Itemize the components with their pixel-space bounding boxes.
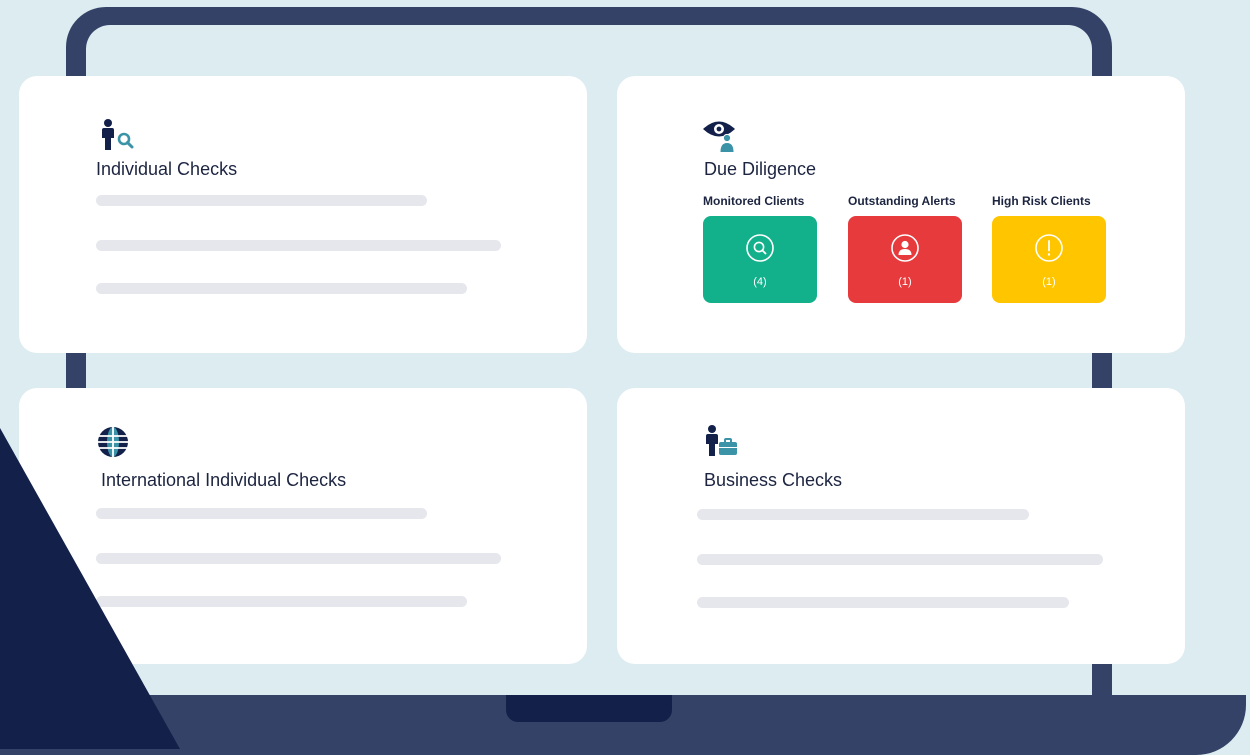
card-title: Business Checks xyxy=(704,470,843,490)
tile-count: (1) xyxy=(1042,276,1056,288)
skeleton-line xyxy=(96,553,501,564)
skeleton-line xyxy=(697,554,1103,565)
business-checks-card[interactable]: Business Checks xyxy=(617,388,1185,664)
skeleton-line xyxy=(96,508,427,519)
card-title: Individual Checks xyxy=(96,159,238,179)
user-icon xyxy=(891,234,919,262)
laptop-notch xyxy=(506,695,672,722)
tile-label-outstanding-alerts: Outstanding Alerts xyxy=(848,194,956,208)
exclamation-icon xyxy=(1035,234,1063,262)
tile-label-high-risk-clients: High Risk Clients xyxy=(992,194,1091,208)
skeleton-line xyxy=(96,240,501,251)
card-title: International Individual Checks xyxy=(101,470,347,490)
tile-label-monitored-clients: Monitored Clients xyxy=(703,194,805,208)
skeleton-line xyxy=(697,597,1069,608)
monitored-clients-tile[interactable]: (4) xyxy=(703,216,817,303)
skeleton-line xyxy=(96,195,427,206)
card-title: Due Diligence xyxy=(704,159,817,179)
eye-person-icon xyxy=(703,121,735,152)
high-risk-clients-tile[interactable]: (1) xyxy=(992,216,1106,303)
international-individual-checks-card[interactable]: International Individual Checks xyxy=(19,388,587,664)
individual-checks-card[interactable]: Individual Checks xyxy=(19,76,587,353)
tile-count: (1) xyxy=(898,276,912,288)
due-diligence-card[interactable]: Due Diligence Monitored Clients Outstand… xyxy=(617,76,1185,353)
person-briefcase-icon xyxy=(706,425,737,456)
tile-count: (4) xyxy=(753,276,767,288)
search-icon xyxy=(746,234,774,262)
outstanding-alerts-tile[interactable]: (1) xyxy=(848,216,962,303)
skeleton-line xyxy=(96,596,467,607)
skeleton-line xyxy=(96,283,467,294)
person-search-icon xyxy=(102,119,134,150)
globe-icon xyxy=(98,427,128,457)
skeleton-line xyxy=(697,509,1029,520)
